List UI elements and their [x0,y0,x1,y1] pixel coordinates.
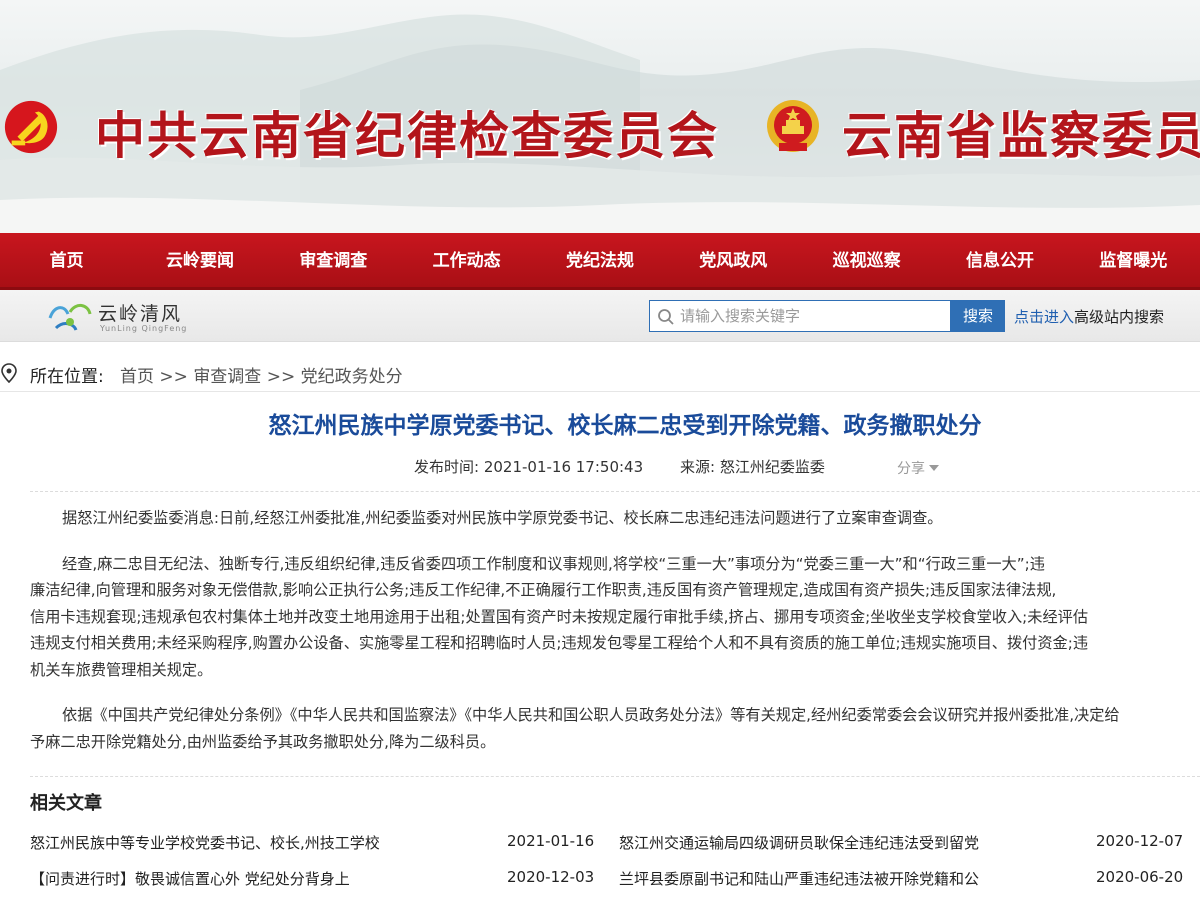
breadcrumb-current[interactable]: 党纪政务处分 [301,367,403,387]
logo-pinyin: YunLing QingFeng [100,324,188,333]
search-input[interactable] [680,304,945,328]
related-article-link[interactable]: 兰坪县委原副书记和陆山严重违纪违法被开除党籍和公 [619,868,979,889]
breadcrumb-sep: >> [266,367,296,387]
advanced-search: 点击进入高级站内搜索 [1014,306,1164,327]
article-body: 据怒江州纪委监委消息:日前,经怒江州委批准,州纪委监委对州民族中学原党委书记、校… [30,505,1200,774]
nav-item-yunling-news[interactable]: 云岭要闻 [133,233,266,287]
paragraph-line: 违规支付相关费用;未经采购程序,购置办公设备、实施零星工程和招聘临时人员;违规发… [30,634,1089,652]
nav-item-party-style[interactable]: 党风政风 [667,233,800,287]
paragraph-line: 经查,麻二忠目无纪法、独断专行,违反组织纪律,违反省委四项工作制度和议事规则,将… [62,554,1045,573]
chevron-down-icon [929,465,939,471]
banner-title-right: 云南省监察委员会 [842,106,1200,165]
related-article-link[interactable]: 怒江州交通运输局四级调研员耿保全违纪违法受到留党 [619,832,979,853]
paragraph-line: 依据《中国共产党纪律处分条例》《中华人民共和国监察法》《中华人民共和国公职人员政… [62,706,1120,724]
logo-name: 云岭清风 [98,303,183,325]
nav-item-inspection[interactable]: 巡视巡察 [800,233,933,287]
related-article-date: 2021-01-16 [507,832,595,850]
related-articles-title: 相关文章 [30,793,102,814]
banner-title-left: 中共云南省纪律检查委员会 [95,106,719,165]
nav-item-exposure[interactable]: 监督曝光 [1067,233,1200,287]
paragraph: 依据《中国共产党纪律处分条例》《中华人民共和国监察法》《中华人民共和国公职人员政… [30,702,1200,755]
nav-item-work-updates[interactable]: 工作动态 [400,233,533,287]
breadcrumb: 所在位置: 首页 >> 审查调查 >> 党纪政务处分 [0,360,1200,392]
national-emblem-icon [767,100,819,152]
share-dropdown[interactable]: 分享 [897,458,939,478]
paragraph-line: 信用卡违规套现;违规承包农村集体土地并改变土地用途用于出租;处置国有资产时未按规… [30,607,1089,626]
search-box [649,300,951,332]
party-emblem-icon [4,100,58,154]
search-strip: 云岭清风 YunLing QingFeng 搜索 点击进入高级站内搜索 [0,290,1200,342]
divider [30,776,1200,777]
advanced-search-text[interactable]: 高级站内搜索 [1074,308,1164,326]
nav-item-home[interactable]: 首页 [0,233,133,287]
related-article-date: 2020-12-07 [1096,832,1184,850]
nav-item-party-regulations[interactable]: 党纪法规 [533,233,666,287]
related-article-link[interactable]: 【问责进行时】敬畏诚信置心外 党纪处分背身上 [30,868,350,889]
header-banner: 中共云南省纪律检查委员会 云南省监察委员会 [0,0,1200,233]
nav-item-investigation[interactable]: 审查调查 [267,233,400,287]
article-source: 来源: 怒江州纪委监委 [680,458,825,476]
nav-item-disclosure[interactable]: 信息公开 [933,233,1066,287]
related-article-date: 2020-06-20 [1096,868,1184,886]
yunling-logo-icon [48,304,92,331]
breadcrumb-sep: >> [159,367,188,387]
main-nav: 首页 云岭要闻 审查调查 工作动态 党纪法规 党风政风 巡视巡察 信息公开 监督… [0,233,1200,290]
related-article-link[interactable]: 怒江州民族中等专业学校党委书记、校长,州技工学校 [30,832,380,853]
breadcrumb-path: 首页 >> 审查调查 >> 党纪政务处分 [120,362,403,387]
breadcrumb-section[interactable]: 审查调查 [193,367,261,387]
paragraph: 据怒江州纪委监委消息:日前,经怒江州委批准,州纪委监委对州民族中学原党委书记、校… [30,505,1200,532]
divider [30,491,1200,492]
article-title: 怒江州民族中学原党委书记、校长麻二忠受到开除党籍、政务撤职处分 [268,413,982,439]
paragraph-line: 据怒江州纪委监委消息:日前,经怒江州委批准,州纪委监委对州民族中学原党委书记、校… [62,509,943,527]
paragraph-line: 予麻二忠开除党籍处分,由州监委给予其政务撤职处分,降为二级科员。 [30,732,496,751]
site-logo[interactable]: 云岭清风 YunLing QingFeng [46,298,196,336]
breadcrumb-label: 所在位置: [30,367,104,387]
advanced-search-link[interactable]: 点击进入 [1014,308,1074,326]
paragraph-line: 机关车旅费管理相关规定。 [30,660,213,679]
breadcrumb-home[interactable]: 首页 [120,367,154,387]
location-pin-icon [1,363,17,383]
search-icon [658,309,674,325]
publish-time: 发布时间: 2021-01-16 17:50:43 [414,458,644,476]
paragraph: 经查,麻二忠目无纪法、独断专行,违反组织纪律,违反省委四项工作制度和议事规则,将… [30,551,1200,684]
related-article-date: 2020-12-03 [507,868,595,886]
paragraph-line: 廉洁纪律,向管理和服务对象无偿借款,影响公正执行公务;违反工作纪律,不正确履行工… [30,581,1057,599]
search-button[interactable]: 搜索 [951,300,1005,332]
share-label: 分享 [897,461,925,477]
